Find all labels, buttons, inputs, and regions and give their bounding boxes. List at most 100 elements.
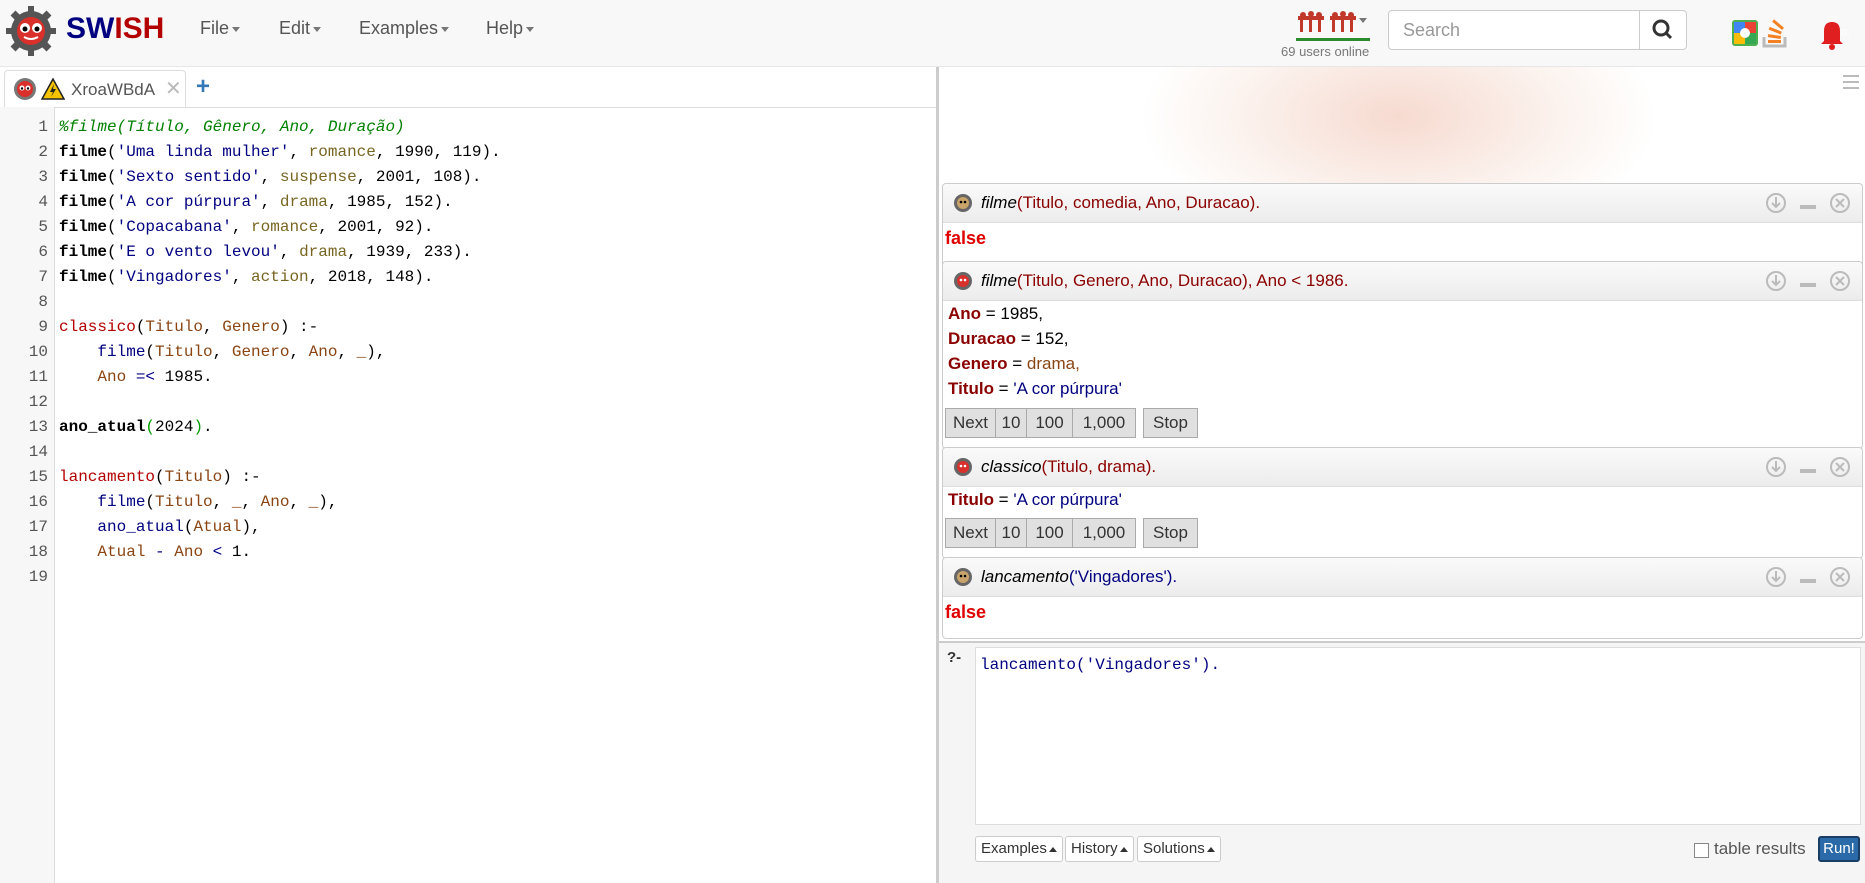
users-status-bar	[1296, 38, 1370, 41]
close-icon[interactable]	[1829, 270, 1851, 292]
code-line: 19	[28, 568, 48, 586]
code-line: 7 filme('Vingadores', action, 2018, 148).	[38, 268, 434, 286]
warning-icon	[41, 78, 65, 100]
code-line: 5 filme('Copacabana', romance, 2001, 92).	[38, 218, 434, 236]
code-area[interactable]: 1 %filme(Título, Gênero, Ano, Duração) 2f…	[0, 115, 936, 590]
download-icon[interactable]	[1765, 192, 1787, 214]
answer-binding: Ano = 1985,	[948, 304, 1043, 323]
next-button[interactable]: Next	[945, 408, 996, 438]
minimize-icon[interactable]	[1797, 456, 1819, 478]
tab-program[interactable]: XroaWBdA ✕	[4, 70, 186, 107]
caret-down-icon	[441, 26, 450, 32]
next-1000-button[interactable]: 1,000	[1072, 518, 1136, 548]
examples-button[interactable]: Examples	[975, 836, 1063, 862]
caret-down-icon	[232, 26, 241, 32]
menu-edit[interactable]: Edit	[279, 18, 322, 39]
caret-up-icon	[1206, 846, 1215, 852]
code-line: 18 Atual - Ano < 1.	[28, 543, 252, 561]
query-header: lancamento('Vingadores').	[943, 558, 1862, 597]
code-line: 16 filme(Titulo, _, Ano, _),	[28, 493, 338, 511]
brand-title[interactable]: SWISH	[66, 12, 164, 46]
code-line: 6 filme('E o vento levou', drama, 1939, 2…	[38, 243, 472, 261]
gear-icon	[954, 272, 972, 290]
notification-bell-icon[interactable]: 034	[1815, 17, 1849, 51]
answer-binding: Duracao = 152,	[948, 329, 1069, 348]
stop-button[interactable]: Stop	[1143, 518, 1198, 548]
tab-title: XroaWBdA	[71, 80, 156, 99]
code-line: 13 ano_atual(2024).	[28, 418, 213, 436]
close-icon[interactable]	[1829, 456, 1851, 478]
query-header: filme(Titulo, comedia, Ano, Duracao).	[943, 184, 1862, 223]
new-tab-button[interactable]: +	[196, 73, 210, 101]
query-text: classico(Titulo, drama).	[981, 457, 1157, 476]
tab-close-icon[interactable]: ✕	[165, 76, 182, 101]
code-line: 1 %filme(Título, Gênero, Ano, Duração)	[38, 118, 405, 136]
minimize-icon[interactable]	[1797, 566, 1819, 588]
code-line: 14	[28, 443, 48, 461]
next-100-button[interactable]: 100	[1026, 408, 1073, 438]
stackoverflow-icon[interactable]	[1761, 18, 1789, 48]
answer-binding: Titulo = 'A cor púrpura'	[948, 490, 1122, 509]
swish-owl-icon	[14, 78, 36, 100]
download-icon[interactable]	[1765, 456, 1787, 478]
download-icon[interactable]	[1765, 270, 1787, 292]
minimize-icon[interactable]	[1797, 270, 1819, 292]
query-result-4: lancamento('Vingadores'). false	[942, 557, 1863, 639]
run-button[interactable]: Run!	[1818, 836, 1860, 862]
query-result-2: filme(Titulo, Genero, Ano, Duracao), Ano…	[942, 261, 1863, 449]
code-line: 15 lancamento(Titulo) :-	[28, 468, 261, 486]
search-icon	[1652, 19, 1673, 40]
close-icon[interactable]	[1829, 192, 1851, 214]
next-10-button[interactable]: 10	[995, 518, 1027, 548]
next-10-button[interactable]: 10	[995, 408, 1027, 438]
query-text: filme(Titulo, Genero, Ano, Duracao), Ano…	[981, 271, 1349, 290]
code-line: 10 filme(Titulo, Genero, Ano, _),	[28, 343, 386, 361]
search-input[interactable]	[1388, 10, 1640, 50]
source-editor-pane: XroaWBdA ✕ + 1 %filme(Título, Gênero, Ano…	[0, 67, 936, 883]
query-result-3: classico(Titulo, drama). Titulo = 'A cor…	[942, 447, 1863, 559]
query-prompt: ?-	[947, 649, 962, 666]
query-text: lancamento('Vingadores').	[981, 567, 1178, 586]
code-line: 9 classico(Titulo, Genero) :-	[38, 318, 319, 336]
download-icon[interactable]	[1765, 566, 1787, 588]
tab-bar: XroaWBdA ✕ +	[0, 67, 936, 108]
query-editor: ?- lancamento('Vingadores'). Examples Hi…	[939, 641, 1865, 883]
menu-examples[interactable]: Examples	[359, 18, 450, 39]
code-line: 12	[28, 393, 48, 411]
caret-down-icon	[526, 26, 535, 32]
caret-down-icon	[313, 26, 322, 32]
gear-icon	[954, 458, 972, 476]
query-input-text: lancamento('Vingadores').	[980, 656, 1221, 674]
stop-button[interactable]: Stop	[1143, 408, 1198, 438]
next-button[interactable]: Next	[945, 518, 996, 548]
menu-help[interactable]: Help	[486, 18, 535, 39]
swish-logo-icon[interactable]	[4, 4, 58, 58]
answer-binding: Genero = drama,	[948, 354, 1080, 373]
next-100-button[interactable]: 100	[1026, 518, 1073, 548]
code-line: 8	[38, 293, 48, 311]
solutions-button[interactable]: Solutions	[1137, 836, 1221, 862]
close-icon[interactable]	[1829, 566, 1851, 588]
search-button[interactable]	[1639, 10, 1687, 50]
users-online-count: 69 users online	[1281, 44, 1370, 59]
code-line: 4 filme('A cor púrpura', drama, 1985, 152…	[38, 193, 453, 211]
code-line: 3 filme('Sexto sentido', suspense, 2001, …	[38, 168, 482, 186]
table-results-checkbox[interactable]	[1694, 843, 1709, 858]
online-users-icon[interactable]	[1296, 10, 1368, 34]
query-result-false: false	[945, 228, 987, 248]
gear-icon	[954, 194, 972, 212]
menu-icon[interactable]	[1843, 75, 1859, 89]
query-result-false: false	[945, 602, 987, 622]
query-input[interactable]: lancamento('Vingadores').	[975, 647, 1861, 825]
menu-file[interactable]: File	[200, 18, 241, 39]
caret-up-icon	[1119, 846, 1128, 852]
answer-binding: Titulo = 'A cor púrpura'	[948, 379, 1122, 398]
caret-up-icon	[1048, 846, 1057, 852]
google-groups-icon[interactable]	[1732, 20, 1758, 46]
minimize-icon[interactable]	[1797, 192, 1819, 214]
query-text: filme(Titulo, comedia, Ano, Duracao).	[981, 193, 1261, 212]
history-button[interactable]: History	[1065, 836, 1134, 862]
next-1000-button[interactable]: 1,000	[1072, 408, 1136, 438]
query-header: filme(Titulo, Genero, Ano, Duracao), Ano…	[943, 262, 1862, 301]
code-line: 11 Ano =< 1985.	[28, 368, 213, 386]
